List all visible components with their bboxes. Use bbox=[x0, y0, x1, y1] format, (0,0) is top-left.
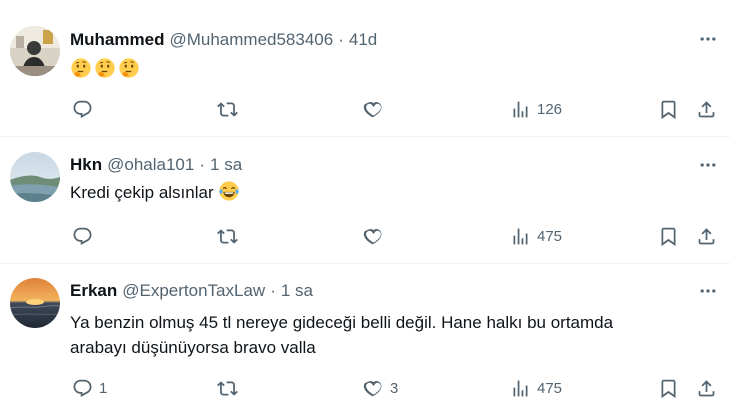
tweet-header: Muhammed @Muhammed583406 · 41d bbox=[70, 29, 377, 51]
tweet[interactable]: Muhammed @Muhammed583406 · 41d 126 bbox=[0, 0, 730, 137]
reply-button[interactable] bbox=[72, 224, 99, 248]
tweet-feed: Muhammed @Muhammed583406 · 41d 126 Hkn @… bbox=[0, 0, 730, 420]
share-button[interactable] bbox=[696, 224, 717, 248]
thinking-face-emoji-icon bbox=[118, 57, 140, 79]
retweet-button[interactable] bbox=[217, 376, 244, 400]
bookmark-icon bbox=[658, 378, 679, 399]
avatar-image bbox=[10, 278, 60, 328]
like-button[interactable] bbox=[363, 97, 390, 121]
more-options-button[interactable] bbox=[696, 29, 720, 49]
bookmark-icon bbox=[658, 99, 679, 120]
separator: · bbox=[199, 155, 206, 174]
view-count: 126 bbox=[537, 100, 563, 118]
bookmark-button[interactable] bbox=[658, 97, 679, 121]
reply-count: 1 bbox=[99, 379, 108, 397]
tweet-content bbox=[70, 57, 700, 79]
tweet-actions: 1 3 475 bbox=[0, 376, 730, 400]
thinking-face-emoji-icon bbox=[70, 57, 92, 79]
share-icon bbox=[696, 99, 717, 120]
tears-of-joy-emoji-icon bbox=[218, 180, 240, 202]
tweet-content: Kredi çekip alsınlar bbox=[70, 180, 700, 205]
retweet-icon bbox=[217, 226, 238, 247]
share-button[interactable] bbox=[696, 97, 717, 121]
like-count: 3 bbox=[390, 379, 399, 397]
more-dots-icon bbox=[698, 29, 718, 49]
heart-icon bbox=[363, 378, 384, 399]
reply-icon bbox=[72, 99, 93, 120]
more-dots-icon bbox=[698, 155, 718, 175]
user-handle[interactable]: @ExpertonTaxLaw bbox=[122, 280, 265, 302]
bookmark-icon bbox=[658, 226, 679, 247]
retweet-button[interactable] bbox=[217, 224, 244, 248]
views-button[interactable]: 475 bbox=[510, 224, 562, 248]
views-button[interactable]: 126 bbox=[510, 97, 562, 121]
tweet-header: Hkn @ohala101 · 1 sa bbox=[70, 154, 242, 176]
tweet[interactable]: Hkn @ohala101 · 1 sa Kredi çekip alsınla… bbox=[0, 137, 730, 264]
reply-button[interactable] bbox=[72, 97, 99, 121]
timestamp[interactable]: 1 sa bbox=[281, 280, 313, 302]
bookmark-button[interactable] bbox=[658, 376, 679, 400]
share-icon bbox=[696, 378, 717, 399]
tweet-actions: 475 bbox=[0, 224, 730, 248]
more-options-button[interactable] bbox=[696, 155, 720, 175]
user-name[interactable]: Muhammed bbox=[70, 29, 164, 51]
heart-icon bbox=[363, 99, 384, 120]
retweet-button[interactable] bbox=[217, 97, 244, 121]
retweet-icon bbox=[217, 378, 238, 399]
like-button[interactable] bbox=[363, 224, 390, 248]
avatar[interactable] bbox=[10, 26, 60, 76]
tweet-actions: 126 bbox=[0, 97, 730, 121]
reply-icon bbox=[72, 226, 93, 247]
views-chart-icon bbox=[510, 378, 531, 399]
user-handle[interactable]: @ohala101 bbox=[107, 154, 194, 176]
share-icon bbox=[696, 226, 717, 247]
tweet-header: Erkan @ExpertonTaxLaw · 1 sa bbox=[70, 280, 313, 302]
views-button[interactable]: 475 bbox=[510, 376, 562, 400]
avatar-image bbox=[10, 26, 60, 76]
tweet[interactable]: Erkan @ExpertonTaxLaw · 1 sa Ya benzin o… bbox=[0, 264, 730, 420]
view-count: 475 bbox=[537, 227, 563, 245]
user-name[interactable]: Hkn bbox=[70, 154, 102, 176]
reply-button[interactable]: 1 bbox=[72, 376, 107, 400]
retweet-icon bbox=[217, 99, 238, 120]
bookmark-button[interactable] bbox=[658, 224, 679, 248]
reply-icon bbox=[72, 378, 93, 399]
timestamp[interactable]: 41d bbox=[349, 29, 377, 51]
tweet-text: Ya benzin olmuş 45 tl nereye gideceği be… bbox=[70, 313, 614, 357]
tweet-content: Ya benzin olmuş 45 tl nereye gideceği be… bbox=[70, 310, 672, 360]
avatar[interactable] bbox=[10, 278, 60, 328]
views-chart-icon bbox=[510, 99, 531, 120]
like-button[interactable]: 3 bbox=[363, 376, 398, 400]
thinking-face-emoji-icon bbox=[94, 57, 116, 79]
more-options-button[interactable] bbox=[696, 281, 720, 301]
user-handle[interactable]: @Muhammed583406 bbox=[169, 29, 333, 51]
timestamp[interactable]: 1 sa bbox=[210, 154, 242, 176]
tweet-text: Kredi çekip alsınlar bbox=[70, 183, 214, 202]
separator: · bbox=[270, 281, 276, 300]
heart-icon bbox=[363, 226, 384, 247]
avatar-image bbox=[10, 152, 60, 202]
avatar[interactable] bbox=[10, 152, 60, 202]
share-button[interactable] bbox=[696, 376, 717, 400]
separator: · bbox=[338, 30, 344, 49]
views-chart-icon bbox=[510, 226, 531, 247]
user-name[interactable]: Erkan bbox=[70, 280, 117, 302]
more-dots-icon bbox=[698, 281, 718, 301]
view-count: 475 bbox=[537, 379, 563, 397]
